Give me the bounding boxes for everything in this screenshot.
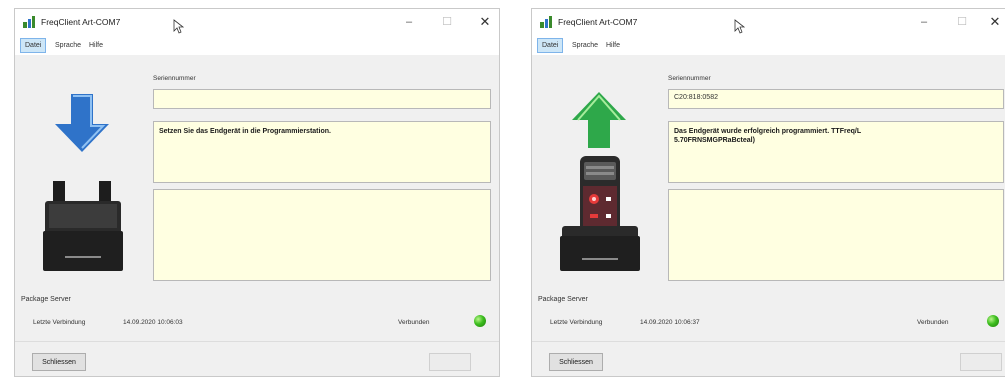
status-message-box: Setzen Sie das Endgerät in die Programmi… (153, 121, 491, 183)
programming-station-insert-illustration (43, 94, 123, 271)
last-connection-time: 14.09.2020 10:06:03 (123, 319, 183, 326)
separator (15, 341, 499, 342)
title-bar[interactable]: FreqClient Art-COM7 – ☐ ✕ (15, 9, 499, 35)
secondary-button-disabled[interactable] (429, 353, 471, 371)
menu-datei[interactable]: Datei (20, 38, 47, 53)
menu-bar: Datei Sprache Hilfe (15, 35, 499, 55)
package-server-label: Package Server (21, 296, 71, 303)
connection-status-text: Verbunden (398, 319, 430, 326)
package-server-label: Package Server (538, 296, 588, 303)
menu-sprache[interactable]: Sprache (568, 39, 602, 52)
log-output-box (668, 189, 1004, 281)
mouse-pointer-icon (734, 19, 745, 34)
arrow-down-icon (55, 94, 109, 152)
programming-station-icon (43, 181, 123, 271)
menu-datei[interactable]: Datei (537, 38, 564, 53)
arrow-up-icon (572, 92, 626, 148)
last-connection-label: Letzte Verbindung (33, 319, 86, 326)
separator (532, 341, 1005, 342)
menu-bar: Datei Sprache Hilfe (532, 35, 1005, 55)
serial-number-label: Seriennummer (153, 75, 196, 82)
last-connection-time: 14.09.2020 10:06:37 (640, 319, 700, 326)
maximize-button[interactable]: ☐ (428, 11, 466, 33)
log-output-box (153, 189, 491, 281)
menu-hilfe[interactable]: Hilfe (85, 39, 107, 52)
minimize-button[interactable]: – (390, 11, 428, 33)
last-connection-label: Letzte Verbindung (550, 319, 603, 326)
connection-status-text: Verbunden (917, 319, 949, 326)
programming-station-done-illustration (560, 92, 640, 271)
serial-number-field[interactable] (153, 89, 491, 109)
close-button[interactable]: Schliessen (32, 353, 86, 371)
close-window-button[interactable]: ✕ (466, 11, 499, 33)
secondary-button-disabled[interactable] (960, 353, 1002, 371)
mouse-pointer-icon (173, 19, 184, 34)
app-icon (23, 16, 35, 28)
connection-status-led-icon (987, 315, 999, 327)
connection-status-led-icon (474, 315, 486, 327)
title-bar[interactable]: FreqClient Art-COM7 – ☐ ✕ (532, 9, 1005, 35)
window-title: FreqClient Art-COM7 (41, 17, 121, 27)
close-button[interactable]: Schliessen (549, 353, 603, 371)
status-message-box: Das Endgerät wurde erfolgreich programmi… (668, 121, 1004, 183)
freqclient-window-2: FreqClient Art-COM7 – ☐ ✕ Datei Sprache … (531, 8, 1005, 377)
minimize-button[interactable]: – (905, 11, 943, 33)
menu-sprache[interactable]: Sprache (51, 39, 85, 52)
close-window-button[interactable]: ✕ (976, 11, 1005, 33)
menu-hilfe[interactable]: Hilfe (602, 39, 624, 52)
freqclient-window-1: FreqClient Art-COM7 – ☐ ✕ Datei Sprache … (14, 8, 500, 377)
serial-number-field[interactable]: C20:818:0582 (668, 89, 1004, 109)
serial-number-label: Seriennummer (668, 75, 711, 82)
window-title: FreqClient Art-COM7 (558, 17, 638, 27)
app-icon (540, 16, 552, 28)
programming-station-icon (560, 226, 640, 271)
